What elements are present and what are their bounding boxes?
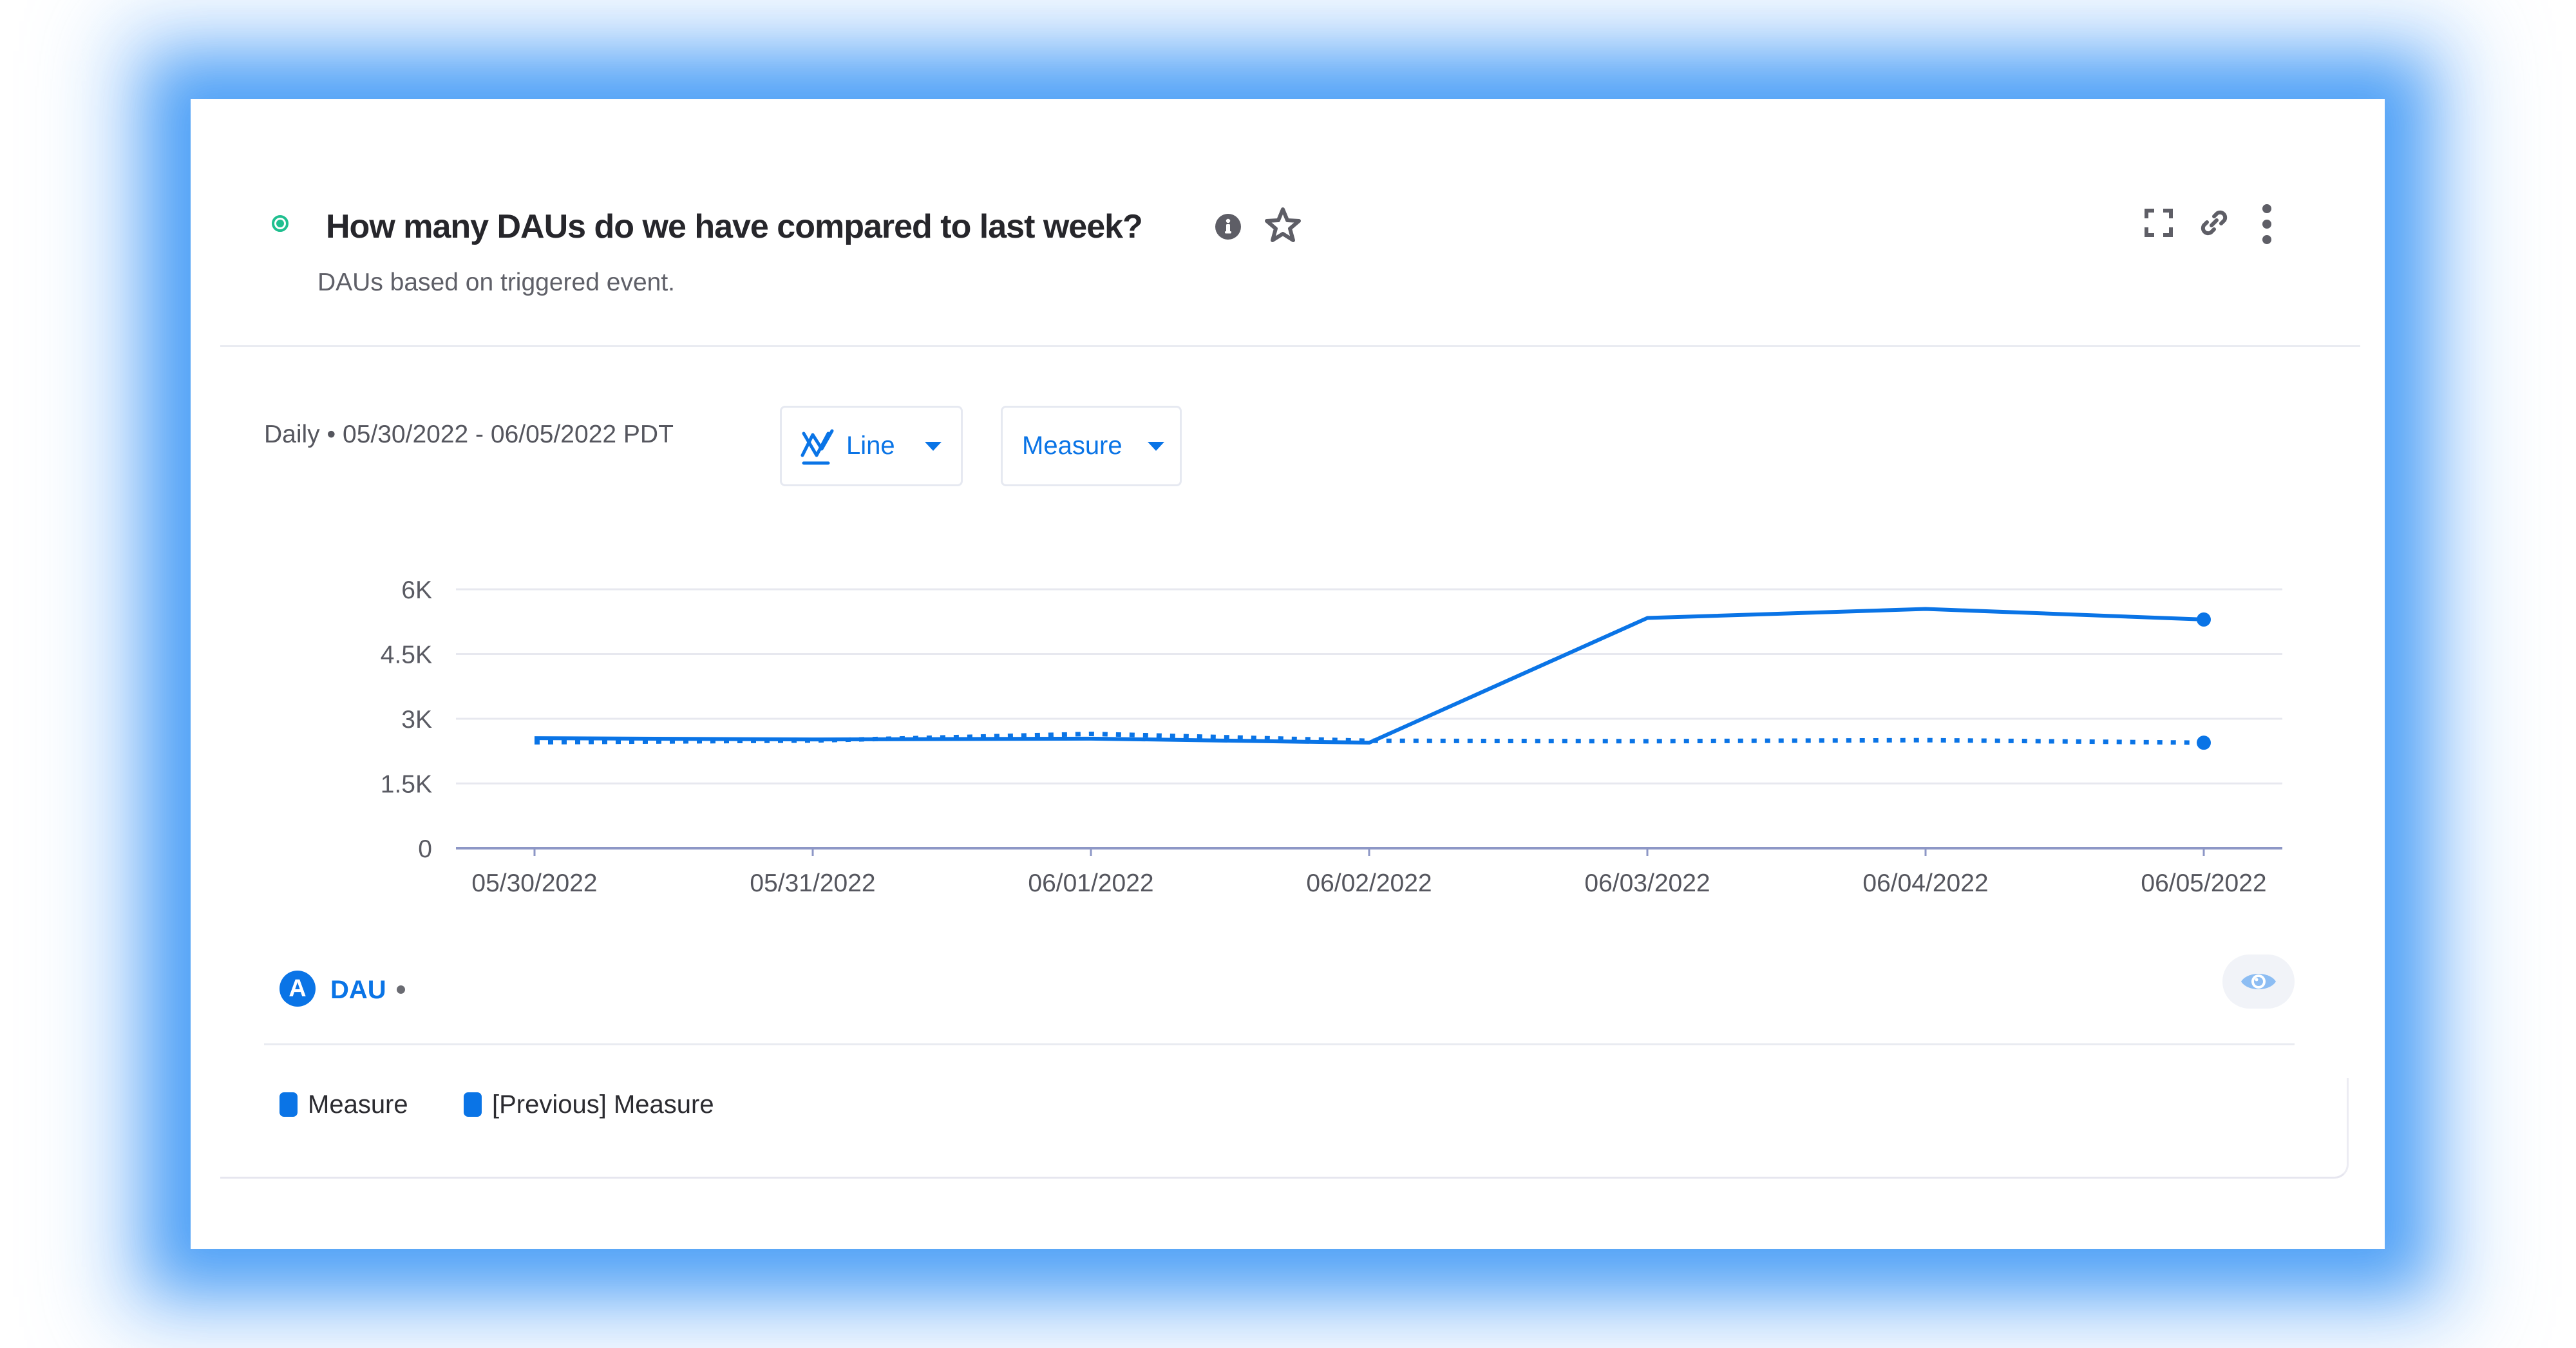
x-tick-label: 06/04/2022 <box>1862 869 1988 897</box>
measure-endpoint <box>2197 612 2211 627</box>
toggle-visibility-button[interactable] <box>2222 954 2295 1009</box>
previous-measure-endpoint <box>2197 736 2211 750</box>
x-tick-label: 06/05/2022 <box>2141 869 2266 897</box>
measure-line <box>534 607 2204 745</box>
x-tick-label: 05/31/2022 <box>750 869 875 897</box>
chart-card: How many DAUs do we have compared to las… <box>191 99 2385 1249</box>
eye-icon <box>2241 974 2276 989</box>
y-tick-label: 6K <box>401 576 432 604</box>
series-separator-dot <box>397 985 405 994</box>
line-chart: 0 1.5K 3K 4.5K 6K 05/30/2022 05/31/2022 06/01/2… <box>381 576 2282 897</box>
y-tick-label: 1.5K <box>381 771 432 799</box>
x-tick-label: 06/01/2022 <box>1028 869 1153 897</box>
y-tick-label: 4.5K <box>381 641 432 669</box>
x-tick-label: 06/02/2022 <box>1306 869 1432 897</box>
y-tick-label: 3K <box>401 706 432 734</box>
panel-bottom-border <box>220 1078 2349 1179</box>
series-badge: A <box>279 971 316 1007</box>
series-divider <box>264 1043 2295 1045</box>
series-name-link[interactable]: DAU <box>330 975 386 1005</box>
x-tick-label: 06/03/2022 <box>1584 869 1710 897</box>
x-tick-label: 05/30/2022 <box>471 869 597 897</box>
y-tick-label: 0 <box>418 835 432 863</box>
